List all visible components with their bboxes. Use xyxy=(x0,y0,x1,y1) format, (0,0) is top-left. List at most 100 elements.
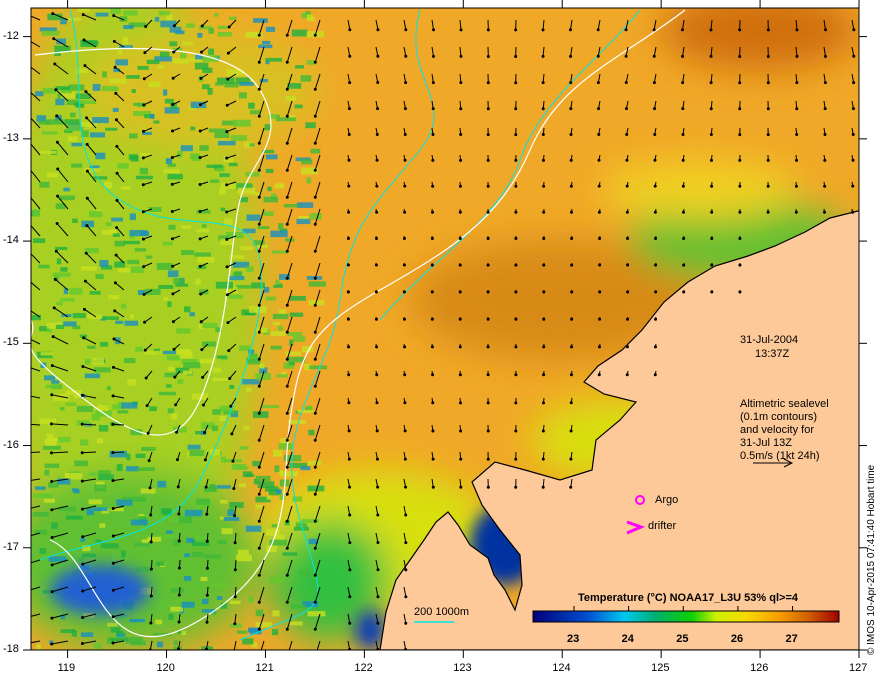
velocity-arrow-head xyxy=(795,81,799,85)
sst-pixel xyxy=(265,57,283,62)
sst-pixel xyxy=(199,145,209,151)
sst-pixel xyxy=(135,346,143,352)
velocity-arrow-head xyxy=(459,457,463,461)
sst-pixel xyxy=(129,133,138,139)
sst-pixel xyxy=(80,266,97,271)
velocity-arrow-head xyxy=(54,249,58,253)
velocity-arrow-head xyxy=(112,14,116,18)
velocity-arrow-head xyxy=(177,566,181,570)
velocity-arrow-head xyxy=(404,485,408,489)
velocity-arrow-head xyxy=(823,184,827,188)
velocity-arrow-head xyxy=(313,600,317,604)
velocity-arrow-head xyxy=(766,81,770,85)
velocity-arrow-head xyxy=(142,292,146,296)
sst-pixel xyxy=(93,643,102,649)
velocity-arrow-head xyxy=(114,118,118,122)
velocity-arrow-head xyxy=(285,168,289,172)
velocity-arrow-head xyxy=(225,156,229,160)
sst-pixel xyxy=(44,498,55,503)
sst-pixel xyxy=(77,8,90,12)
velocity-arrow-head xyxy=(49,451,53,455)
velocity-arrow-head xyxy=(514,107,518,111)
velocity-arrow-head xyxy=(402,290,406,294)
sst-pixel xyxy=(181,250,194,256)
sst-pixel xyxy=(148,81,161,88)
velocity-arrow-head xyxy=(569,485,573,489)
sst-pixel xyxy=(65,17,81,21)
velocity-arrow-head xyxy=(431,54,435,58)
velocity-arrow-head xyxy=(348,595,352,599)
velocity-arrow-head xyxy=(257,465,261,469)
sst-pixel xyxy=(169,26,182,33)
sst-pixel xyxy=(209,179,220,183)
velocity-arrow-head xyxy=(52,306,56,310)
velocity-arrow-head xyxy=(570,290,574,294)
velocity-arrow-head xyxy=(51,335,55,339)
velocity-arrow-head xyxy=(141,237,145,241)
sst-pixel xyxy=(231,463,247,470)
velocity-arrow-head xyxy=(347,158,351,162)
sst-pixel xyxy=(248,102,255,109)
sst-pixel xyxy=(102,71,107,78)
velocity-arrow-head xyxy=(225,103,229,107)
velocity-arrow-head xyxy=(285,546,289,550)
velocity-arrow-head xyxy=(404,28,408,32)
velocity-arrow-head xyxy=(430,263,434,267)
velocity-arrow-head xyxy=(852,28,856,32)
sst-pixel xyxy=(41,131,58,135)
velocity-arrow-head xyxy=(55,222,59,226)
sst-pixel xyxy=(248,596,254,603)
velocity-arrow-head xyxy=(823,210,826,214)
velocity-arrow-head xyxy=(225,237,229,241)
sst-pixel xyxy=(238,483,246,487)
sst-pixel xyxy=(265,168,274,174)
velocity-arrow-head xyxy=(149,540,153,544)
sst-pixel xyxy=(265,154,278,160)
scale-label: 200 1000m xyxy=(414,606,470,618)
velocity-arrow-head xyxy=(257,33,261,37)
sst-pixel xyxy=(116,464,123,472)
sst-pixel xyxy=(57,436,71,443)
sst-pixel xyxy=(197,257,215,263)
sst-pixel xyxy=(155,619,163,625)
sst-pixel xyxy=(115,320,124,325)
sst-pixel xyxy=(39,418,57,424)
velocity-arrow-head xyxy=(654,290,658,294)
sst-pixel xyxy=(287,83,302,89)
velocity-arrow-head xyxy=(738,263,742,267)
velocity-arrow-head xyxy=(514,401,518,405)
sst-pixel xyxy=(308,429,315,436)
velocity-arrow-head xyxy=(598,290,602,294)
velocity-arrow-head xyxy=(404,54,408,58)
velocity-arrow xyxy=(82,451,97,454)
sst-pixel xyxy=(223,517,240,521)
sst-pixel xyxy=(294,104,303,109)
sst-pixel xyxy=(32,238,46,244)
velocity-arrow-head xyxy=(313,141,317,145)
velocity-arrow-head xyxy=(738,210,742,214)
velocity-arrow-head xyxy=(514,373,518,377)
sst-pixel xyxy=(98,474,114,480)
sst-pixel xyxy=(306,14,313,22)
sst-pixel xyxy=(95,152,106,160)
velocity-arrow-head xyxy=(709,158,713,162)
sst-pixel xyxy=(270,331,286,336)
sst-pixel xyxy=(165,530,173,534)
velocity-arrow-head xyxy=(597,210,601,214)
sst-pixel xyxy=(52,272,71,277)
sst-pixel xyxy=(195,278,201,285)
sst-pixel xyxy=(291,29,308,37)
velocity-arrow-head xyxy=(403,158,407,162)
velocity-arrow-head xyxy=(403,457,407,461)
sst-pixel xyxy=(229,502,244,508)
sst-pixel xyxy=(229,384,235,389)
velocity-arrow-head xyxy=(709,107,713,111)
velocity-arrow-head xyxy=(313,330,317,334)
velocity-arrow-head xyxy=(114,253,118,257)
sst-pixel xyxy=(288,362,295,366)
sst-pixel xyxy=(99,523,106,528)
velocity-arrow-head xyxy=(569,81,573,85)
sst-pixel xyxy=(217,31,232,37)
sst-pixel xyxy=(255,622,272,628)
velocity-arrow-head xyxy=(795,158,799,162)
